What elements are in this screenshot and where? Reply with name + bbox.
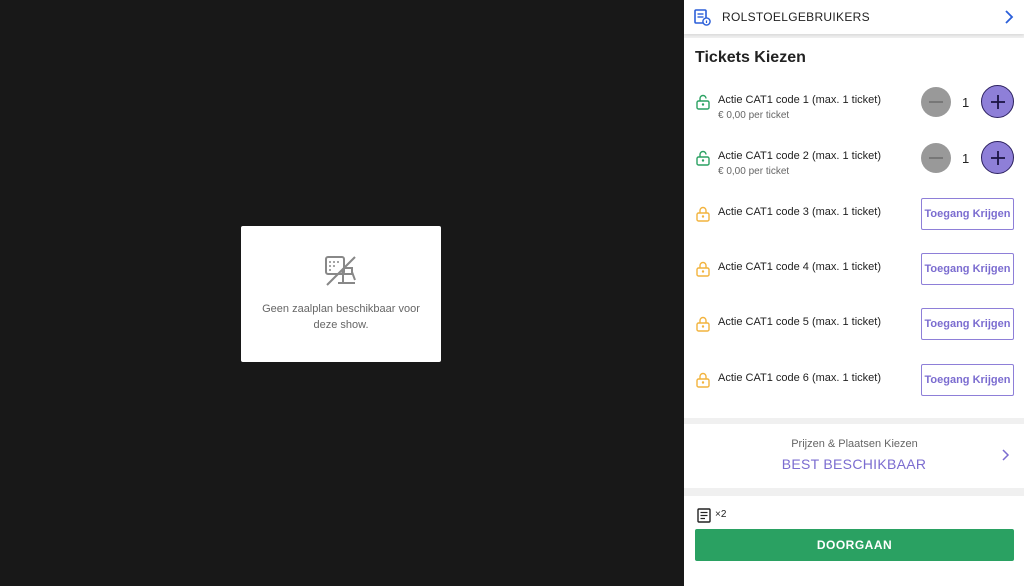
decrease-quantity-button[interactable]	[921, 87, 951, 117]
ticket-row: Actie CAT1 code 2 (max. 1 ticket) € 0,00…	[684, 141, 1024, 194]
ticket-row: Actie CAT1 code 5 (max. 1 ticket) Toegan…	[684, 308, 1024, 360]
get-access-button[interactable]: Toegang Krijgen	[921, 253, 1014, 285]
wheelchair-users-title: ROLSTOELGEBRUIKERS	[722, 10, 870, 24]
plus-icon	[990, 150, 1005, 165]
ticket-name: Actie CAT1 code 4 (max. 1 ticket)	[718, 261, 882, 273]
ticket-row: Actie CAT1 code 4 (max. 1 ticket) Toegan…	[684, 253, 1024, 305]
price-seat-value: BEST BESCHIKBAAR	[781, 456, 927, 472]
ticket-quantity: 1	[962, 151, 970, 166]
ticket-row: Actie CAT1 code 1 (max. 1 ticket) € 0,00…	[684, 85, 1024, 138]
ticket-selection: Tickets Kiezen Actie CAT1 code 1 (max. 1…	[684, 38, 1024, 418]
wheelchair-users-bar[interactable]: ROLSTOELGEBRUIKERS	[684, 0, 1024, 34]
ticket-name: Actie CAT1 code 6 (max. 1 ticket)	[718, 372, 882, 384]
ticket-selection-heading: Tickets Kiezen	[695, 49, 806, 66]
minus-icon	[929, 101, 943, 103]
checkout-footer: ×2 DOORGAAN	[684, 496, 1024, 586]
ticket-row: Actie CAT1 code 3 (max. 1 ticket) Toegan…	[684, 198, 1024, 250]
increase-quantity-button[interactable]	[981, 141, 1014, 174]
ticket-count-icon	[697, 508, 711, 523]
minus-icon	[929, 157, 943, 159]
no-seatmap-card: Geen zaalplan beschikbaar voor deze show…	[241, 226, 441, 362]
chevron-right-icon[interactable]	[1004, 9, 1014, 25]
locked-lock-icon	[696, 372, 710, 388]
ticket-panel: ROLSTOELGEBRUIKERS Tickets Kiezen Actie …	[684, 0, 1024, 586]
ticket-name: Actie CAT1 code 3 (max. 1 ticket)	[718, 206, 882, 218]
plus-icon	[990, 94, 1005, 109]
increase-quantity-button[interactable]	[981, 85, 1014, 118]
price-seat-label: Prijzen & Plaatsen Kiezen	[791, 438, 918, 450]
seat-map-area: Geen zaalplan beschikbaar voor deze show…	[0, 0, 684, 586]
get-access-button[interactable]: Toegang Krijgen	[921, 198, 1014, 230]
unlocked-lock-icon	[696, 150, 710, 166]
ticket-name: Actie CAT1 code 1 (max. 1 ticket)	[718, 94, 882, 106]
unlocked-lock-icon	[696, 94, 710, 110]
ticket-name: Actie CAT1 code 2 (max. 1 ticket)	[718, 150, 882, 162]
get-access-button[interactable]: Toegang Krijgen	[921, 308, 1014, 340]
get-access-button[interactable]: Toegang Krijgen	[921, 364, 1014, 396]
document-icon	[694, 8, 711, 26]
locked-lock-icon	[696, 206, 710, 222]
decrease-quantity-button[interactable]	[921, 143, 951, 173]
ticket-count: ×2	[715, 509, 727, 520]
no-seatmap-icon	[325, 256, 356, 286]
ticket-name: Actie CAT1 code 5 (max. 1 ticket)	[718, 316, 882, 328]
ticket-quantity: 1	[962, 95, 970, 110]
ticket-row: Actie CAT1 code 6 (max. 1 ticket) Toegan…	[684, 364, 1024, 416]
locked-lock-icon	[696, 316, 710, 332]
price-seat-selector[interactable]: Prijzen & Plaatsen Kiezen BEST BESCHIKBA…	[684, 424, 1024, 488]
ticket-price: € 0,00 per ticket	[718, 110, 790, 121]
locked-lock-icon	[696, 261, 710, 277]
no-seatmap-message: Geen zaalplan beschikbaar voor deze show…	[262, 303, 420, 331]
chevron-right-icon	[1002, 449, 1010, 461]
continue-button[interactable]: DOORGAAN	[695, 529, 1014, 561]
ticket-price: € 0,00 per ticket	[718, 166, 790, 177]
